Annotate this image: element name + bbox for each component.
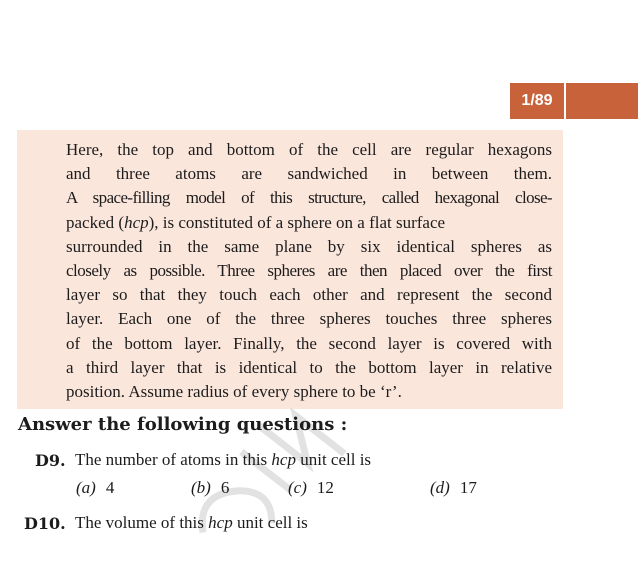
hcp-term: hcp <box>271 450 296 469</box>
section-heading: Answer the following questions : <box>18 414 348 435</box>
question-text-fragment: The number of atoms in this <box>75 450 272 469</box>
passage-line-3: A space-filling model of this structure,… <box>66 188 553 208</box>
question-text-fragment: unit cell is <box>232 513 308 532</box>
passage-text: Here, the top and bottom of the cell are… <box>66 138 553 404</box>
question-text: The volume of this hcp unit cell is <box>75 513 308 533</box>
option-b: (b) 6 <box>191 478 229 498</box>
option-label: (a) <box>76 478 96 497</box>
page-header-bar <box>566 83 638 119</box>
passage-line-10: a third layer that is identical to the b… <box>66 357 552 377</box>
passage-line-6: closely as possible. Three spheres are t… <box>66 261 553 281</box>
passage-line-2: and three atoms are sandwiched in betwee… <box>66 164 552 184</box>
passage-line-4: packed (hcp), is constituted of a sphere… <box>66 211 552 235</box>
option-label: (d) <box>430 478 450 497</box>
option-value: 12 <box>316 478 334 497</box>
question-number: D9. <box>35 451 66 470</box>
question-number: D10. <box>24 514 66 533</box>
hcp-term: hcp <box>208 513 233 532</box>
passage-text-fragment: ), is constituted of a sphere on a flat … <box>148 212 446 232</box>
page-number-badge: 1/89 <box>510 83 564 119</box>
option-label: (c) <box>288 478 307 497</box>
passage-line-1: Here, the top and bottom of the cell are… <box>66 140 552 159</box>
passage-line-9: of the bottom layer. Finally, the second… <box>66 333 552 353</box>
option-label: (b) <box>191 478 211 497</box>
option-value: 4 <box>105 478 115 497</box>
option-value: 6 <box>220 478 230 497</box>
passage-line-8: layer. Each one of the three spheres tou… <box>66 309 552 329</box>
passage-line-5: surrounded in the same plane by six iden… <box>66 236 552 256</box>
question-text-fragment: unit cell is <box>295 450 372 469</box>
question-text-fragment: The volume of this <box>75 513 209 532</box>
passage-line-11: position. Assume radius of every sphere … <box>66 382 402 402</box>
option-value: 17 <box>459 478 477 497</box>
passage-line-7: layer so that they touch each other and … <box>66 285 552 305</box>
option-d: (d) 17 <box>430 478 477 498</box>
passage-text-fragment: packed ( <box>66 212 125 232</box>
option-a: (a) 4 <box>76 478 114 498</box>
option-c: (c) 12 <box>288 478 334 498</box>
question-text: The number of atoms in this hcp unit cel… <box>75 450 371 470</box>
hcp-term: hcp <box>124 212 149 232</box>
